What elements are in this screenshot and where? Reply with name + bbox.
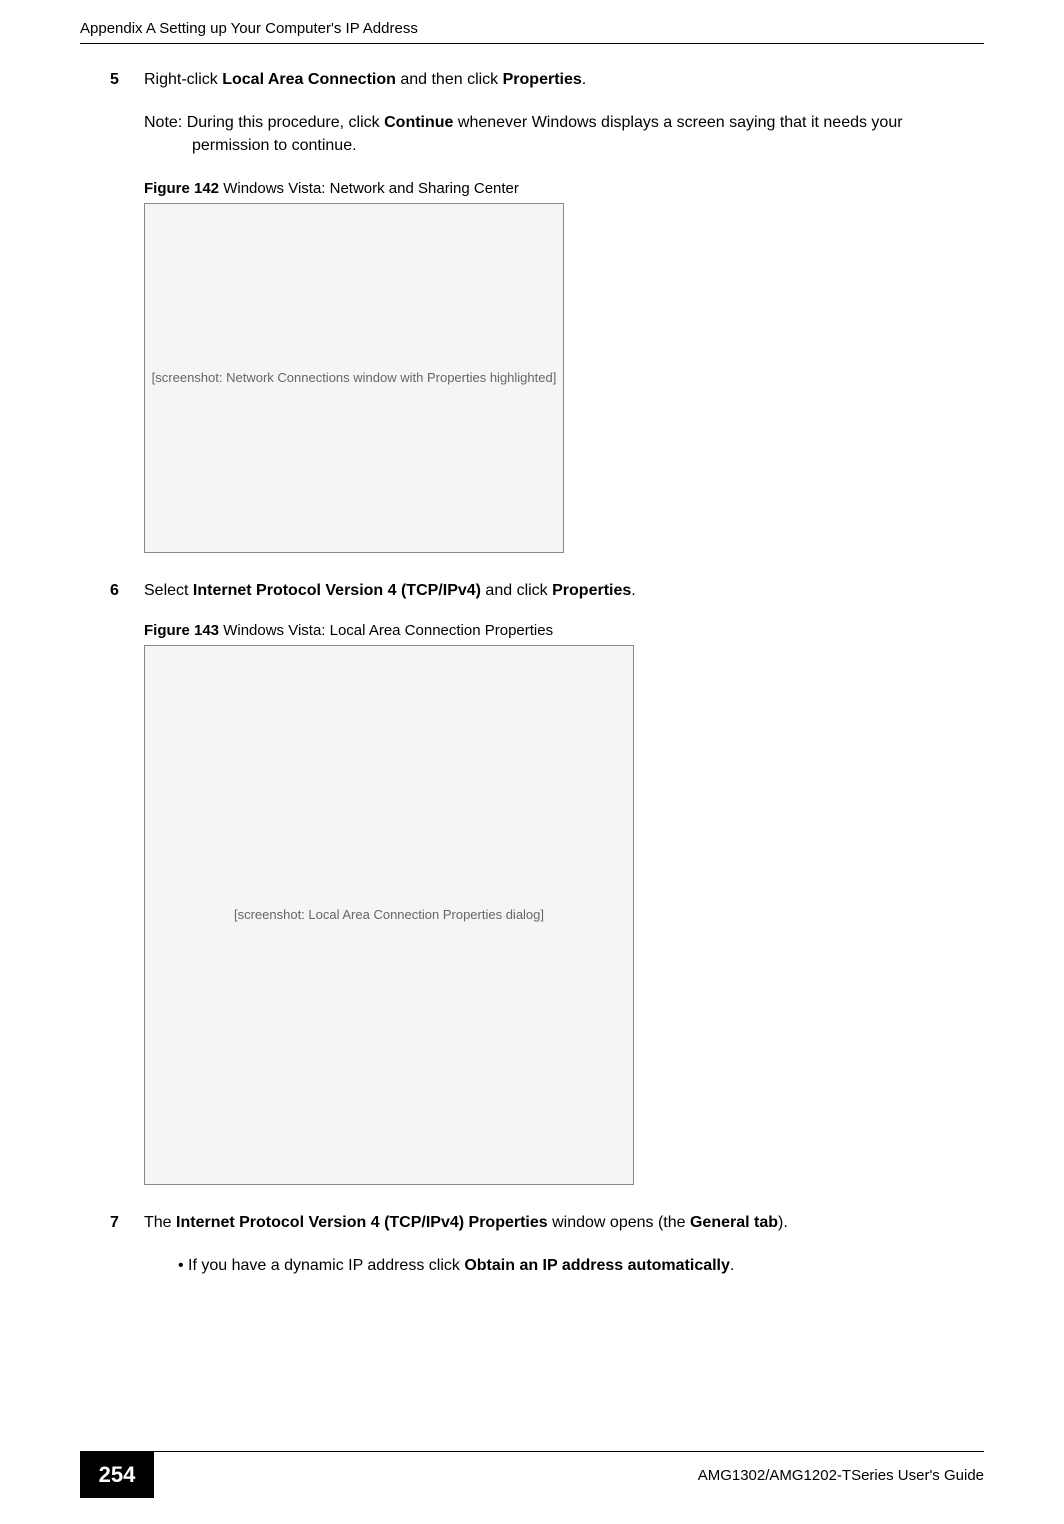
guide-title: AMG1302/AMG1202-TSeries User's Guide [698,1467,984,1484]
step-5: 5 Right-click Local Area Connection and … [110,68,984,91]
step-5-body: Right-click Local Area Connection and th… [144,68,984,91]
step-6: 6 Select Internet Protocol Version 4 (TC… [110,579,984,602]
figure-142-title: Windows Vista: Network and Sharing Cente… [219,180,519,197]
bullet-1-bold: Obtain an IP address automatically [464,1257,730,1274]
step-7-text-1: The [144,1214,176,1231]
step-6-text-1: Select [144,582,193,599]
figure-142-placeholder-text: [screenshot: Network Connections window … [152,370,557,385]
step-5-text-2: and then click [396,71,503,88]
step-7-bold-1: Internet Protocol Version 4 (TCP/IPv4) P… [176,1214,548,1231]
step-5-text-3: . [582,71,586,88]
step-7: 7 The Internet Protocol Version 4 (TCP/I… [110,1211,984,1234]
step-6-body: Select Internet Protocol Version 4 (TCP/… [144,579,984,602]
step-7-body: The Internet Protocol Version 4 (TCP/IPv… [144,1211,984,1234]
step-5-text-1: Right-click [144,71,222,88]
bullet-1-marker: • [178,1257,188,1274]
note-block: Note: During this procedure, click Conti… [144,111,944,157]
note-bold: Continue [384,114,453,131]
step-7-text-2: window opens (the [548,1214,690,1231]
figure-143-placeholder-text: [screenshot: Local Area Connection Prope… [234,907,544,922]
running-head: Appendix A Setting up Your Computer's IP… [80,20,984,37]
bullet-1-text-1: If you have a dynamic IP address click [188,1257,464,1274]
figure-142-image: [screenshot: Network Connections window … [144,203,564,553]
step-7-text-3: ). [778,1214,788,1231]
bullet-1: • If you have a dynamic IP address click… [178,1254,984,1277]
step-6-text-2: and click [481,582,552,599]
figure-142-label: Figure 142 [144,180,219,197]
figure-143-title: Windows Vista: Local Area Connection Pro… [219,622,553,639]
note-text-1: Note: During this procedure, click [144,114,384,131]
step-6-number: 6 [110,579,144,602]
page-number: 254 [80,1452,154,1498]
page-footer: 254 AMG1302/AMG1202-TSeries User's Guide [0,1451,1064,1498]
step-7-number: 7 [110,1211,144,1234]
header-rule [80,43,984,44]
figure-142-caption: Figure 142 Windows Vista: Network and Sh… [144,180,984,197]
step-6-bold-2: Properties [552,582,631,599]
step-6-bold-1: Internet Protocol Version 4 (TCP/IPv4) [193,582,481,599]
step-5-bold-1: Local Area Connection [222,71,396,88]
bullet-1-text-2: . [730,1257,734,1274]
figure-143-label: Figure 143 [144,622,219,639]
figure-143-caption: Figure 143 Windows Vista: Local Area Con… [144,622,984,639]
figure-143-image: [screenshot: Local Area Connection Prope… [144,645,634,1185]
step-6-text-3: . [631,582,635,599]
step-5-number: 5 [110,68,144,91]
step-5-bold-2: Properties [503,71,582,88]
step-7-bold-2: General tab [690,1214,778,1231]
